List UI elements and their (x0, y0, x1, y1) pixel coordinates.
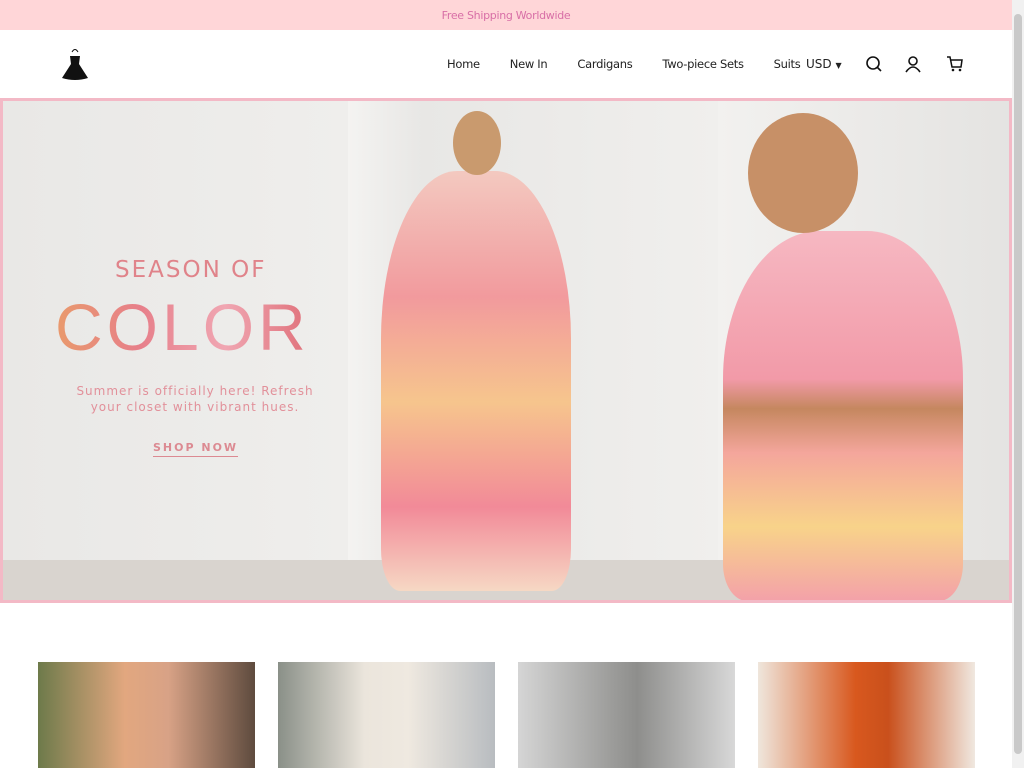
product-card[interactable] (518, 662, 735, 768)
nav-new-in[interactable]: New In (510, 57, 548, 71)
currency-selector[interactable]: USD ▼ (806, 57, 842, 71)
hero-banner[interactable]: SEASON OF COLOR Summer is officially her… (0, 98, 1012, 603)
header: Home New In Cardigans Two-piece Sets Sui… (0, 30, 1012, 98)
hero-heading-small: SEASON OF (115, 257, 267, 283)
product-card[interactable] (758, 662, 975, 768)
announcement-text: Free Shipping Worldwide (441, 8, 571, 22)
scrollbar[interactable] (1012, 0, 1024, 768)
logo-dress-icon[interactable] (58, 46, 92, 84)
model-image-left-head (453, 111, 501, 175)
hero-subtitle: Summer is officially here! Refresh your … (76, 384, 314, 414)
model-image-right (723, 231, 963, 600)
search-icon[interactable] (864, 54, 884, 74)
nav-cardigans[interactable]: Cardigans (577, 57, 632, 71)
model-image-left (381, 171, 571, 591)
main-nav: Home New In Cardigans Two-piece Sets Sui… (447, 30, 830, 98)
hero-heading-large: COLOR (55, 290, 310, 364)
cart-icon[interactable] (945, 54, 965, 74)
product-card[interactable] (278, 662, 495, 768)
account-icon[interactable] (903, 54, 923, 74)
nav-suits[interactable]: Suits (774, 57, 801, 71)
shop-now-link[interactable]: SHOP NOW (153, 441, 239, 457)
scrollbar-thumb[interactable] (1014, 14, 1022, 754)
announcement-bar: Free Shipping Worldwide (0, 0, 1012, 30)
nav-two-piece-sets[interactable]: Two-piece Sets (662, 57, 744, 71)
caret-down-icon: ▼ (835, 61, 842, 70)
currency-label: USD (806, 57, 832, 71)
model-image-right-head (748, 113, 858, 233)
product-card[interactable] (38, 662, 255, 768)
nav-home[interactable]: Home (447, 57, 480, 71)
